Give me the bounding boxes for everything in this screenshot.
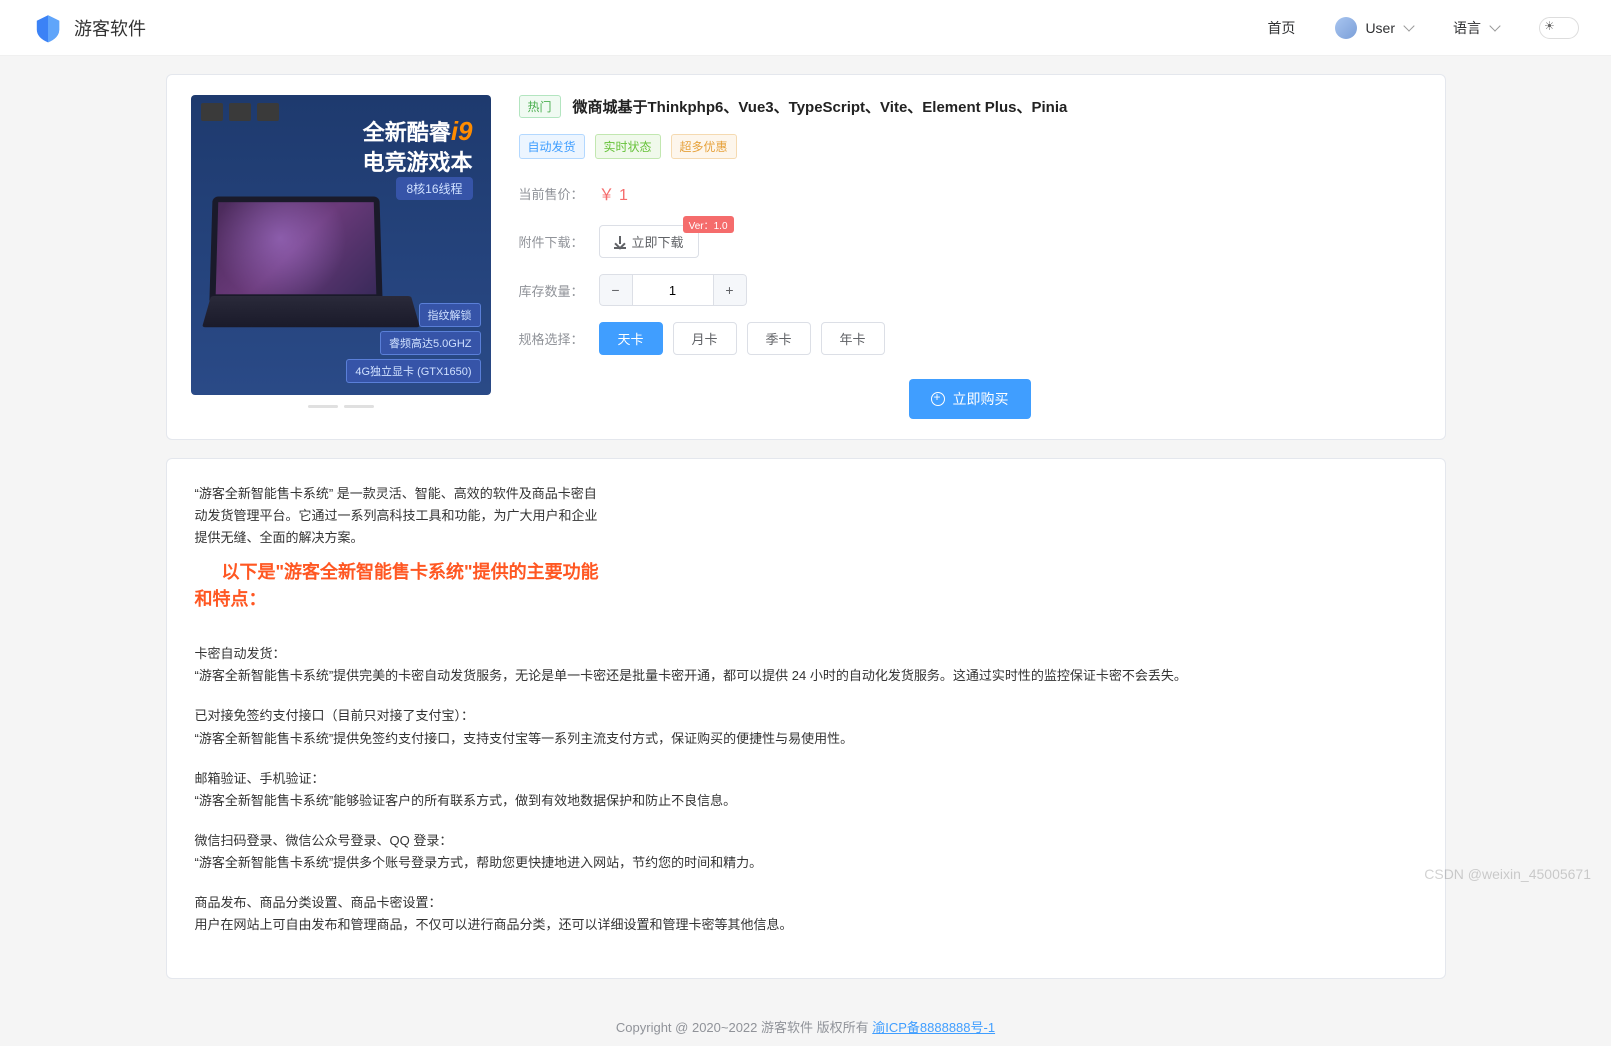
version-badge: Ver：1.0	[683, 216, 734, 233]
chevron-down-icon	[1489, 20, 1500, 31]
header-nav: 首页 User 语言	[1267, 17, 1579, 39]
nav-lang-dropdown[interactable]: 语言	[1453, 18, 1499, 38]
quantity-stepper: − +	[599, 274, 747, 306]
desc-block: 微信扫码登录、微信公众号登录、QQ 登录： “游客全新智能售卡系统”提供多个账号…	[195, 830, 1417, 874]
product-image-column: 全新酷睿i9 电竞游戏本 8核16线程 指纹解锁 睿频高达5.0GHZ 4G独立…	[191, 95, 491, 419]
spec-option-quarter[interactable]: 季卡	[747, 322, 811, 355]
spec-options: 天卡 月卡 季卡 年卡	[599, 322, 885, 355]
qty-input[interactable]	[633, 274, 713, 306]
logo-icon	[32, 12, 64, 44]
desc-block: 卡密自动发货： “游客全新智能售卡系统”提供完美的卡密自动发货服务，无论是单一卡…	[195, 643, 1417, 687]
download-button[interactable]: 立即下载 Ver：1.0	[599, 225, 699, 258]
product-image[interactable]: 全新酷睿i9 电竞游戏本 8核16线程 指纹解锁 睿频高达5.0GHZ 4G独立…	[191, 95, 491, 395]
product-info: 热门 微商城基于Thinkphp6、Vue3、TypeScript、Vite、E…	[519, 95, 1421, 419]
brand-name: 游客软件	[74, 15, 146, 41]
qty-increase-button[interactable]: +	[713, 274, 747, 306]
nav-user-dropdown[interactable]: User	[1335, 17, 1413, 39]
buy-now-button[interactable]: 立即购买	[909, 379, 1031, 419]
cart-plus-icon	[931, 392, 945, 406]
price-value: ￥ 1	[599, 181, 628, 205]
spec-option-year[interactable]: 年卡	[821, 322, 885, 355]
feature-tags: 自动发货 实时状态 超多优惠	[519, 134, 1421, 159]
download-label: 附件下载：	[519, 232, 599, 251]
user-label: User	[1365, 20, 1395, 36]
spec-option-month[interactable]: 月卡	[673, 322, 737, 355]
desc-intro: “游客全新智能售卡系统” 是一款灵活、智能、高效的软件及商品卡密自动发货管理平台…	[195, 483, 605, 549]
tag-discount: 超多优惠	[671, 134, 737, 159]
nav-home[interactable]: 首页	[1267, 18, 1295, 38]
page-footer: Copyright @ 2020~2022 游客软件 版权所有 渝ICP备888…	[0, 997, 1611, 1046]
lang-label: 语言	[1453, 18, 1481, 38]
stock-label: 库存数量：	[519, 281, 599, 300]
watermark: CSDN @weixin_45005671	[1424, 866, 1591, 882]
price-label: 当前售价：	[519, 184, 599, 203]
spec-label: 规格选择：	[519, 329, 599, 348]
theme-toggle[interactable]	[1539, 17, 1579, 39]
spec-option-day[interactable]: 天卡	[599, 322, 663, 355]
product-title: 微商城基于Thinkphp6、Vue3、TypeScript、Vite、Elem…	[573, 96, 1068, 117]
desc-block: 商品发布、商品分类设置、商品卡密设置： 用户在网站上可自由发布和管理商品，不仅可…	[195, 892, 1417, 936]
description-card: “游客全新智能售卡系统” 是一款灵活、智能、高效的软件及商品卡密自动发货管理平台…	[166, 458, 1446, 979]
download-icon	[614, 236, 626, 248]
desc-block: 已对接免签约支付接口（目前只对接了支付宝）： “游客全新智能售卡系统”提供免签约…	[195, 705, 1417, 749]
product-card: 全新酷睿i9 电竞游戏本 8核16线程 指纹解锁 睿频高达5.0GHZ 4G独立…	[166, 74, 1446, 440]
tag-realtime: 实时状态	[595, 134, 661, 159]
desc-block: 邮箱验证、手机验证： “游客全新智能售卡系统”能够验证客户的所有联系方式，做到有…	[195, 768, 1417, 812]
top-header: 游客软件 首页 User 语言	[0, 0, 1611, 56]
tag-auto-ship: 自动发货	[519, 134, 585, 159]
icp-link[interactable]: 渝ICP备8888888号-1	[872, 1020, 995, 1035]
hot-tag: 热门	[519, 95, 561, 118]
chevron-down-icon	[1403, 20, 1414, 31]
desc-heading: 以下是"游客全新智能售卡系统"提供的主要功能和特点：	[195, 559, 615, 613]
avatar-icon	[1335, 17, 1357, 39]
brand-area[interactable]: 游客软件	[32, 12, 146, 44]
qty-decrease-button[interactable]: −	[599, 274, 633, 306]
carousel-indicators[interactable]	[191, 405, 491, 408]
image-spec-badges: 指纹解锁 睿频高达5.0GHZ 4G独立显卡 (GTX1650)	[346, 303, 480, 383]
